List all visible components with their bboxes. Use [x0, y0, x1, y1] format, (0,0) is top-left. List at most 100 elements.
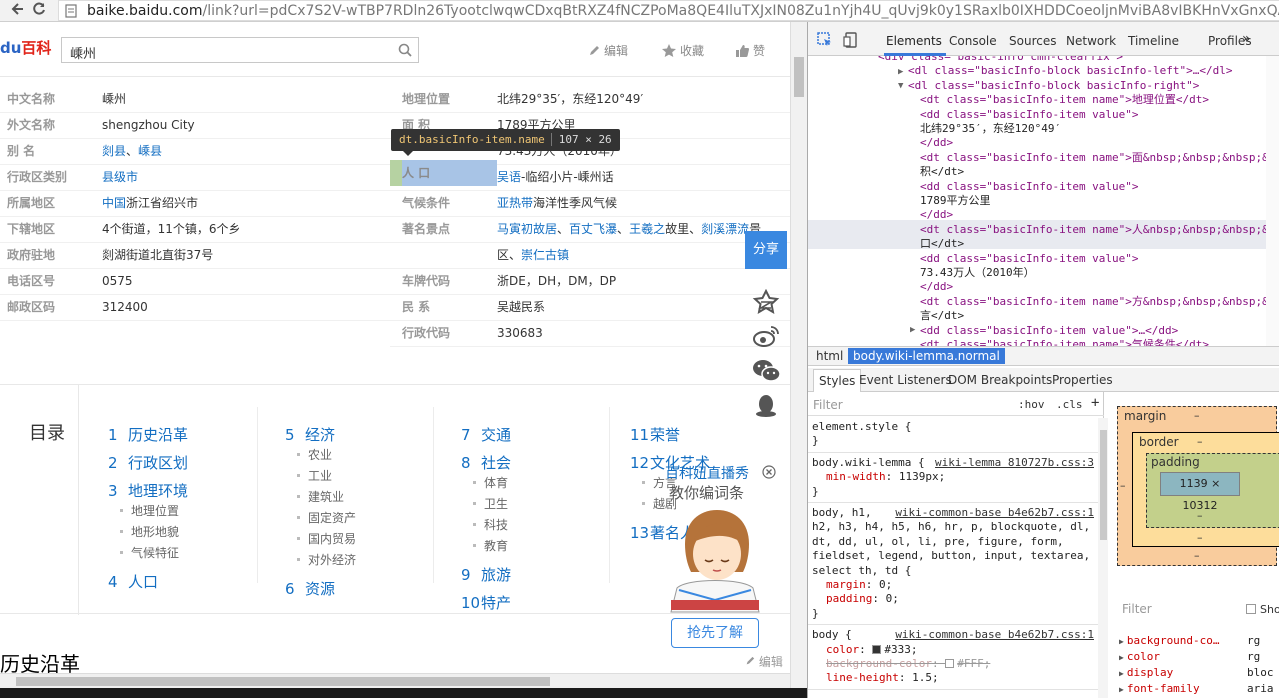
color-swatch-icon[interactable]: [945, 659, 955, 668]
dom-node-line[interactable]: <dd class="basicInfo-item value">: [920, 108, 1139, 122]
breadcrumb-body[interactable]: body.wiki-lemma.normal: [848, 348, 1005, 364]
qzone-star-icon[interactable]: [752, 289, 780, 315]
expand-triangle-icon[interactable]: ▶: [1119, 653, 1124, 662]
toc-item[interactable]: 4 人口: [108, 571, 158, 592]
computed-property-row[interactable]: ▶ font-family aria: [1119, 682, 1274, 695]
toc-subitem[interactable]: 体育: [473, 474, 508, 491]
vertical-scroll-thumb[interactable]: [794, 57, 804, 97]
css-declaration[interactable]: padding: 0;: [826, 592, 899, 605]
new-style-rule-button[interactable]: +: [1091, 395, 1099, 411]
computed-property-row[interactable]: ▶ background-co… rg: [1119, 634, 1260, 647]
tab-network[interactable]: Network: [1066, 34, 1116, 48]
toc-subitem[interactable]: 卫生: [473, 495, 508, 512]
toc-subitem[interactable]: 气候特征: [120, 544, 179, 561]
info-link[interactable]: 马寅初故居: [497, 222, 557, 236]
breadcrumb-html[interactable]: html: [816, 349, 843, 363]
cls-toggle[interactable]: .cls: [1056, 398, 1083, 411]
css-rule-selector[interactable]: body.wiki-lemma {wiki-lemma 810727b.css:…: [812, 456, 1094, 469]
dom-node-line[interactable]: 积</dt>: [920, 165, 964, 179]
dom-node-line[interactable]: <dd class="basicInfo-item value">: [920, 180, 1139, 194]
page-info-icon[interactable]: [65, 4, 77, 18]
expand-triangle-icon[interactable]: ▶: [1119, 637, 1124, 646]
color-swatch-icon[interactable]: [872, 644, 882, 654]
dom-node-line[interactable]: <dd class="basicInfo-item value">…</dd>: [920, 324, 1178, 338]
styles-filter-input[interactable]: Filter: [813, 398, 843, 412]
dom-node-line[interactable]: 口</dt>: [920, 237, 964, 251]
device-mode-icon[interactable]: [843, 32, 859, 48]
info-link[interactable]: 中国: [102, 196, 126, 210]
tab-elements[interactable]: Elements: [886, 34, 942, 48]
vertical-scrollbar[interactable]: [790, 22, 807, 688]
dom-node-line[interactable]: 北纬29°35′，东经120°49′: [920, 122, 1061, 136]
css-source-link[interactable]: wiki-common-base b4e62b7.css:1: [895, 628, 1094, 641]
dom-tree-scrollbar[interactable]: [1266, 56, 1279, 346]
css-source-link[interactable]: wiki-lemma 810727b.css:3: [935, 456, 1094, 469]
css-rule-selector[interactable]: body, h1, wiki-common-base b4e62b7.css:1: [812, 506, 1094, 519]
css-declaration[interactable]: color: #333;: [826, 643, 918, 656]
toc-item[interactable]: 10特产: [461, 592, 511, 613]
styles-scrollbar[interactable]: [1098, 418, 1108, 698]
toc-item[interactable]: 3 地理环境: [108, 480, 188, 501]
expand-triangle-icon[interactable]: ▶: [910, 323, 915, 337]
toc-item[interactable]: 1 历史沿革: [108, 424, 188, 445]
horizontal-scrollbar[interactable]: [0, 673, 790, 688]
share-button[interactable]: 分享: [745, 231, 787, 269]
info-link[interactable]: 剡溪漂流: [701, 222, 749, 236]
css-declaration[interactable]: line-height: 1.5;: [826, 671, 939, 684]
edit-button[interactable]: 编辑: [588, 42, 628, 59]
tab-sources[interactable]: Sources: [1009, 34, 1056, 48]
toc-item[interactable]: 11荣誉: [630, 424, 680, 445]
promo-learn-more-button[interactable]: 抢先了解: [671, 618, 759, 648]
css-rule-selector[interactable]: body {wiki-common-base b4e62b7.css:1: [812, 628, 1094, 641]
toc-subitem[interactable]: 教育: [473, 537, 508, 554]
tab-event-listeners[interactable]: Event Listeners: [859, 373, 952, 387]
toc-item[interactable]: 6 资源: [285, 578, 335, 599]
dom-node-line[interactable]: <div class="basic-info cmn-clearfix">: [878, 56, 1123, 64]
css-source-link[interactable]: wiki-common-base b4e62b7.css:1: [895, 506, 1094, 519]
tab-styles[interactable]: Styles: [813, 369, 862, 392]
dom-node-line[interactable]: </dd>: [920, 280, 953, 294]
search-icon[interactable]: [398, 43, 412, 57]
computed-filter-input[interactable]: Filter: [1122, 602, 1152, 616]
reload-icon[interactable]: [29, 1, 49, 21]
toc-subitem[interactable]: 地形地貌: [120, 523, 179, 540]
css-declaration[interactable]: background-color: #FFF;: [826, 657, 990, 670]
expand-triangle-icon[interactable]: ▶: [898, 65, 903, 79]
like-button[interactable]: 赞: [736, 42, 765, 59]
hov-toggle[interactable]: :hov: [1018, 398, 1045, 411]
dom-node-line[interactable]: </dd>: [920, 208, 953, 222]
toc-subitem[interactable]: 地理位置: [120, 502, 179, 519]
info-link[interactable]: 剡县: [102, 144, 126, 158]
wechat-icon[interactable]: [752, 358, 780, 384]
show-all-checkbox[interactable]: [1246, 604, 1256, 614]
toc-subitem[interactable]: 固定资产: [297, 509, 356, 526]
dom-node-line[interactable]: <dt class="basicInfo-item name">人&nbsp;&…: [920, 223, 1279, 237]
dom-node-line[interactable]: <dt class="basicInfo-item name">面&nbsp;&…: [920, 151, 1279, 165]
toc-item[interactable]: 8 社会: [461, 452, 511, 473]
promo-title[interactable]: 百科妞直播秀: [665, 463, 749, 483]
tab-timeline[interactable]: Timeline: [1128, 34, 1179, 48]
toc-subitem[interactable]: 国内贸易: [297, 530, 356, 547]
address-bar[interactable]: baike.baidu.com/link?url=pdCx7S2V-wTBP7R…: [58, 0, 1279, 21]
css-declaration[interactable]: margin: 0;: [826, 578, 892, 591]
more-tabs-button[interactable]: »: [1242, 31, 1251, 47]
info-link[interactable]: 嵊县: [138, 144, 162, 158]
baike-logo[interactable]: du百科: [0, 37, 51, 58]
css-declaration[interactable]: min-width: 1139px;: [826, 470, 945, 483]
inspect-element-icon[interactable]: [817, 32, 833, 48]
css-rule-selector[interactable]: element.style {: [812, 420, 1094, 433]
toc-item[interactable]: 2 行政区划: [108, 452, 188, 473]
info-link[interactable]: 百丈飞瀑: [569, 222, 617, 236]
collapse-triangle-icon[interactable]: ▼: [898, 79, 903, 93]
back-arrow-icon[interactable]: [8, 1, 28, 21]
tab-properties[interactable]: Properties: [1052, 373, 1113, 387]
toc-subitem[interactable]: 科技: [473, 516, 508, 533]
expand-triangle-icon[interactable]: ▶: [1119, 669, 1124, 678]
dom-node-line[interactable]: 73.43万人（2010年）: [920, 266, 1035, 280]
toc-subitem[interactable]: 农业: [297, 446, 332, 463]
dom-node-line[interactable]: 1789平方公里: [920, 194, 991, 208]
info-link[interactable]: 亚热带: [497, 196, 533, 210]
tab-dom-breakpoints[interactable]: DOM Breakpoints: [948, 373, 1052, 387]
search-input[interactable]: 嵊州: [61, 37, 419, 63]
close-icon[interactable]: [762, 465, 776, 479]
